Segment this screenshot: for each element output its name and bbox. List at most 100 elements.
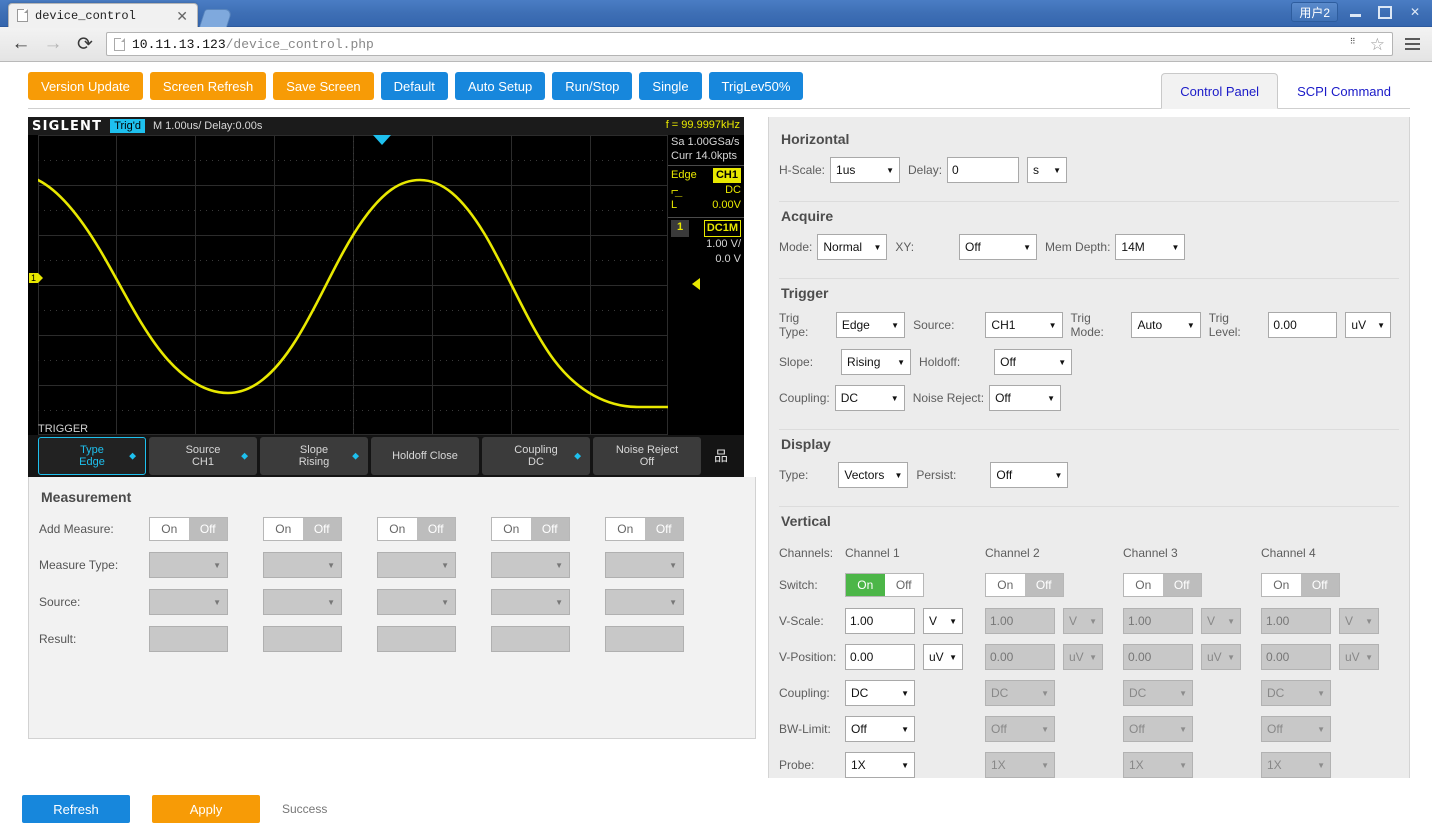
channel-1-coupling-select[interactable]: DC <box>845 680 915 706</box>
scope-menu-slope[interactable]: Slope Rising ◆ <box>260 437 368 475</box>
tab-scpi-command[interactable]: SCPI Command <box>1278 73 1410 109</box>
toggle-off-label[interactable]: Off <box>303 518 342 540</box>
toggle-on-label[interactable]: On <box>150 518 189 540</box>
toggle-on-label[interactable]: On <box>1124 574 1163 596</box>
channel-1-probe-select[interactable]: 1X <box>845 752 915 778</box>
measurement-result-row: Result: <box>39 626 755 652</box>
scope-menu-type[interactable]: Type Edge ◆ <box>38 437 146 475</box>
tab-close-icon[interactable]: ✕ <box>173 9 191 23</box>
toggle-off-label[interactable]: Off <box>885 574 924 596</box>
channel-1-vscale-input[interactable]: 1.00 <box>845 608 915 634</box>
channel-1-switch[interactable]: On Off <box>845 573 924 597</box>
new-tab-button[interactable] <box>199 9 233 27</box>
noisereject-select[interactable]: Off <box>989 385 1061 411</box>
sample-rate-readout: Sa 1.00GSa/s <box>668 135 744 149</box>
display-type-select[interactable]: Vectors <box>838 462 908 488</box>
apply-button[interactable]: Apply <box>152 795 260 823</box>
slope-select[interactable]: Rising <box>841 349 911 375</box>
measure-type-select-5[interactable] <box>605 552 684 578</box>
maximize-button[interactable] <box>1372 2 1398 22</box>
trigmode-select[interactable]: Auto <box>1131 312 1200 338</box>
run-stop-button[interactable]: Run/Stop <box>552 72 632 100</box>
toggle-off-label[interactable]: Off <box>417 518 456 540</box>
delay-label: Delay: <box>908 163 942 177</box>
tab-control-panel[interactable]: Control Panel <box>1161 73 1278 109</box>
measure-source-select-4[interactable] <box>491 589 570 615</box>
back-icon[interactable]: ← <box>8 31 34 57</box>
acquire-section: Acquire Mode: Normal XY: Off Mem Depth: … <box>779 202 1399 279</box>
channel-3-switch[interactable]: On Off <box>1123 573 1202 597</box>
toggle-off-label[interactable]: Off <box>189 518 228 540</box>
single-button[interactable]: Single <box>639 72 701 100</box>
toggle-off-label[interactable]: Off <box>1301 574 1340 596</box>
toggle-on-label[interactable]: On <box>606 518 645 540</box>
trigcoupling-select[interactable]: DC <box>835 385 905 411</box>
close-window-button[interactable]: ✕ <box>1402 2 1428 22</box>
toggle-on-label[interactable]: On <box>264 518 303 540</box>
measure-type-select-3[interactable] <box>377 552 456 578</box>
auto-setup-button[interactable]: Auto Setup <box>455 72 545 100</box>
delay-unit-select[interactable]: s <box>1027 157 1067 183</box>
channel-2-column: Channel 2 On Off 1.00 V 0.00 <box>985 539 1123 783</box>
toggle-on-label[interactable]: On <box>378 518 417 540</box>
screen-refresh-button[interactable]: Screen Refresh <box>150 72 266 100</box>
user-profile-button[interactable]: 用户2 <box>1291 2 1338 22</box>
delay-input[interactable]: 0 <box>947 157 1019 183</box>
measure-type-select-2[interactable] <box>263 552 342 578</box>
toggle-off-label[interactable]: Off <box>1025 574 1064 596</box>
browser-tab[interactable]: device_control ✕ <box>8 3 198 27</box>
version-update-button[interactable]: Version Update <box>28 72 143 100</box>
triglev50-button[interactable]: TrigLev50% <box>709 72 804 100</box>
measure-source-select-5[interactable] <box>605 589 684 615</box>
bookmark-star-icon[interactable]: ☆ <box>1370 36 1385 53</box>
channel-2-switch[interactable]: On Off <box>985 573 1064 597</box>
toggle-off-label[interactable]: Off <box>645 518 684 540</box>
triglevel-input[interactable]: 0.00 <box>1268 312 1337 338</box>
translate-icon[interactable]: ⠿ <box>1350 37 1365 52</box>
minimize-button[interactable] <box>1342 2 1368 22</box>
channel-1-vposition-unit[interactable]: uV <box>923 644 963 670</box>
measure-source-select-2[interactable] <box>263 589 342 615</box>
add-measure-toggle-5[interactable]: OnOff <box>605 517 684 541</box>
add-measure-toggle-3[interactable]: OnOff <box>377 517 456 541</box>
scope-menu-coupling[interactable]: Coupling DC ◆ <box>482 437 590 475</box>
channel-4-switch[interactable]: On Off <box>1261 573 1340 597</box>
toggle-on-label[interactable]: On <box>492 518 531 540</box>
default-button[interactable]: Default <box>381 72 448 100</box>
refresh-button[interactable]: Refresh <box>22 795 130 823</box>
hscale-select[interactable]: 1us <box>830 157 900 183</box>
add-measure-toggle-4[interactable]: OnOff <box>491 517 570 541</box>
measure-source-select-1[interactable] <box>149 589 228 615</box>
channel-1-vscale-unit[interactable]: V <box>923 608 963 634</box>
scope-menu-noise-reject[interactable]: Noise Reject Off <box>593 437 701 475</box>
toggle-on-label[interactable]: On <box>846 574 885 596</box>
trigtype-select[interactable]: Edge <box>836 312 905 338</box>
toggle-off-label[interactable]: Off <box>531 518 570 540</box>
address-bar[interactable]: 10.11.13.123/device_control.php ⠿ ☆ <box>106 32 1393 56</box>
channel-1-vposition-input[interactable]: 0.00 <box>845 644 915 670</box>
measure-type-select-1[interactable] <box>149 552 228 578</box>
persist-select[interactable]: Off <box>990 462 1068 488</box>
lan-icon[interactable]: 品 <box>704 437 738 475</box>
scope-menu-holdoff[interactable]: Holdoff Close <box>371 437 479 475</box>
acquire-mode-select[interactable]: Normal <box>817 234 887 260</box>
trigsource-select[interactable]: CH1 <box>985 312 1062 338</box>
channel-1-bwlimit-select[interactable]: Off <box>845 716 915 742</box>
triglevel-unit-select[interactable]: uV <box>1345 312 1391 338</box>
toggle-on-label[interactable]: On <box>1262 574 1301 596</box>
xy-select[interactable]: Off <box>959 234 1037 260</box>
add-measure-toggle-1[interactable]: OnOff <box>149 517 228 541</box>
scope-menu-source[interactable]: Source CH1 ◆ <box>149 437 257 475</box>
measure-type-select-4[interactable] <box>491 552 570 578</box>
browser-menu-icon[interactable] <box>1401 38 1424 50</box>
toggle-on-label[interactable]: On <box>986 574 1025 596</box>
save-screen-button[interactable]: Save Screen <box>273 72 373 100</box>
forward-icon[interactable]: → <box>40 31 66 57</box>
toggle-off-label[interactable]: Off <box>1163 574 1202 596</box>
memdepth-select[interactable]: 14M <box>1115 234 1185 260</box>
oscilloscope-display[interactable]: SIGLENT Trig'd M 1.00us/ Delay:0.00s f =… <box>28 117 744 477</box>
holdoff-select[interactable]: Off <box>994 349 1072 375</box>
measure-source-select-3[interactable] <box>377 589 456 615</box>
add-measure-toggle-2[interactable]: OnOff <box>263 517 342 541</box>
reload-icon[interactable]: ⟳ <box>72 31 98 57</box>
